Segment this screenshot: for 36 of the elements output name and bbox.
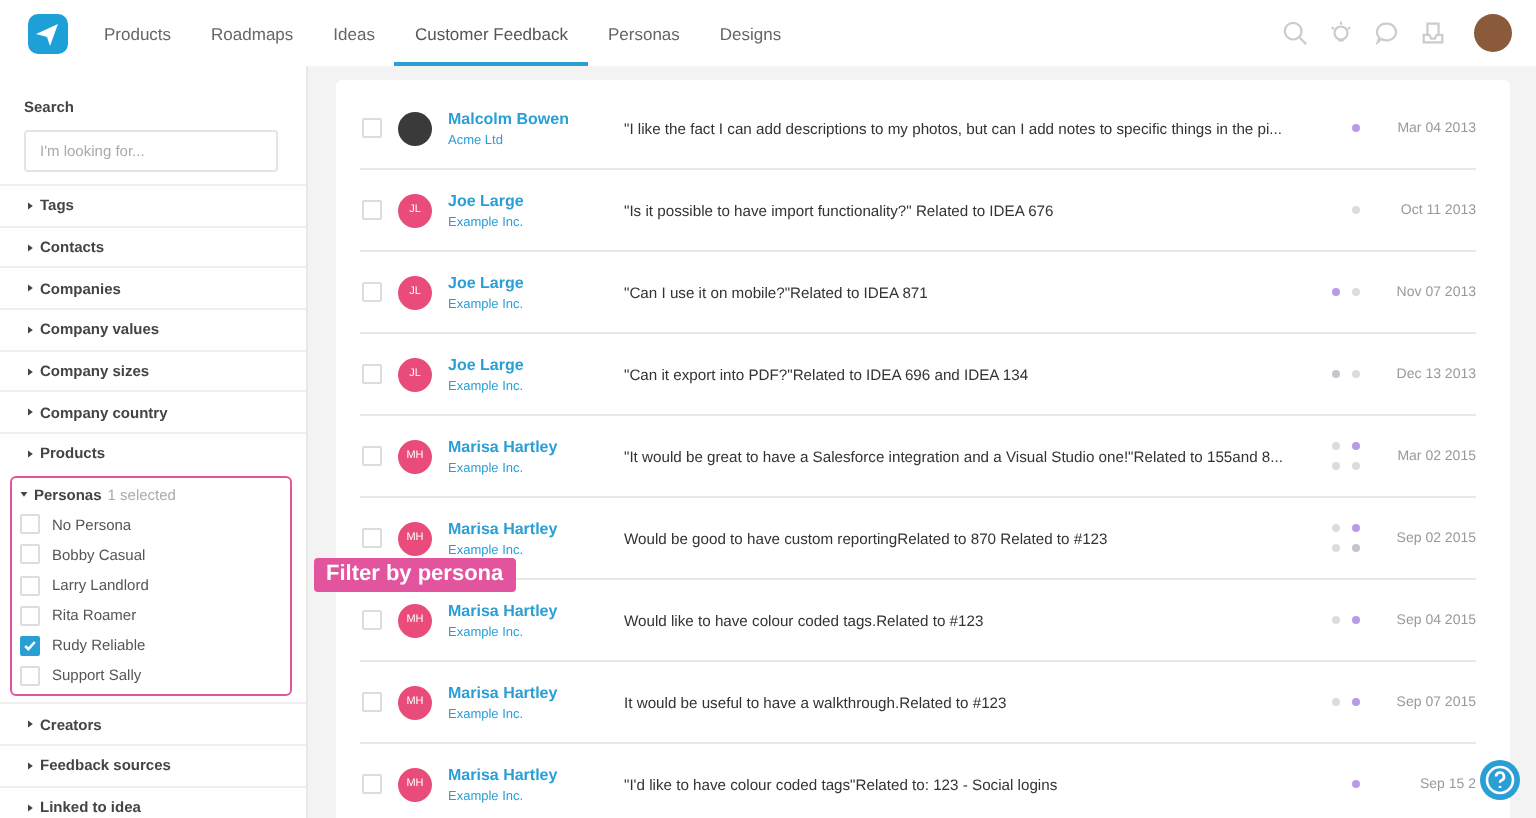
row-checkbox[interactable] xyxy=(362,528,382,548)
inbox-icon[interactable] xyxy=(1420,20,1446,46)
caret-icon[interactable] xyxy=(26,720,34,729)
caret-icon[interactable] xyxy=(26,367,34,376)
caret-icon[interactable] xyxy=(26,803,34,812)
row-checkbox[interactable] xyxy=(362,118,382,138)
row-checkbox[interactable] xyxy=(362,446,382,466)
caret-icon[interactable] xyxy=(26,325,34,334)
search-icon[interactable] xyxy=(1282,20,1308,46)
avatar-photo xyxy=(398,111,432,145)
nav-tab[interactable]: Ideas xyxy=(313,0,395,66)
caret-icon[interactable] xyxy=(26,243,34,252)
caret-icon[interactable] xyxy=(26,449,34,458)
user-avatar[interactable] xyxy=(1474,14,1512,52)
row-checkbox[interactable] xyxy=(362,692,382,712)
nav-tab[interactable]: Customer Feedback xyxy=(394,0,588,66)
row-checkbox[interactable] xyxy=(362,200,382,220)
lightbulb-icon[interactable] xyxy=(1328,20,1354,46)
row-checkbox[interactable] xyxy=(362,610,382,630)
nav-tab[interactable]: Designs xyxy=(699,0,802,66)
row-checkbox[interactable] xyxy=(362,282,382,302)
help-button[interactable] xyxy=(1480,760,1520,800)
caret-icon[interactable] xyxy=(26,761,34,770)
nav-tab[interactable]: Products xyxy=(84,0,192,66)
chat-icon[interactable] xyxy=(1374,20,1400,46)
caret-icon[interactable] xyxy=(26,284,34,293)
row-checkbox[interactable] xyxy=(362,774,382,794)
nav-tab[interactable]: Personas xyxy=(588,0,700,66)
caret-icon[interactable] xyxy=(26,408,34,417)
caret-icon[interactable] xyxy=(26,201,34,210)
row-checkbox[interactable] xyxy=(362,364,382,384)
caret-icon[interactable] xyxy=(20,490,28,499)
checkbox[interactable] xyxy=(20,635,40,656)
nav-tab[interactable]: Roadmaps xyxy=(191,0,314,66)
callout-label: Filter by persona xyxy=(314,558,516,592)
logo-icon[interactable] xyxy=(28,13,68,53)
